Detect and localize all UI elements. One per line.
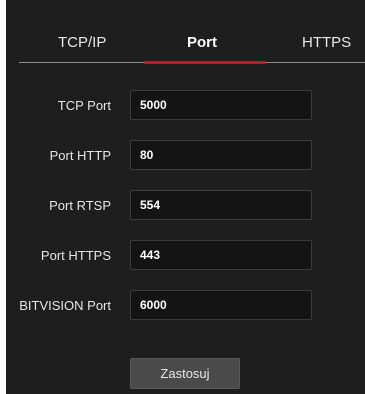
apply-button[interactable]: Zastosuj xyxy=(130,358,240,389)
tcp-port-input[interactable] xyxy=(130,90,312,120)
http-port-input[interactable] xyxy=(130,140,312,170)
bitvision-port-label: BITVISION Port xyxy=(19,298,111,313)
rtsp-port-input[interactable] xyxy=(130,190,312,220)
rtsp-port-label: Port RTSP xyxy=(49,198,111,213)
bitvision-port-row: BITVISION Port xyxy=(6,290,365,322)
http-port-label: Port HTTP xyxy=(49,148,111,163)
tcp-port-row: TCP Port xyxy=(6,90,365,122)
https-port-label: Port HTTPS xyxy=(40,248,111,263)
tab-bar: TCP/IP Port HTTPS xyxy=(6,0,365,66)
active-tab-indicator xyxy=(144,61,266,64)
rtsp-port-row: Port RTSP xyxy=(6,190,365,222)
http-port-row: Port HTTP xyxy=(6,140,365,172)
https-port-input[interactable] xyxy=(130,240,312,270)
port-settings-panel: TCP/IP Port HTTPS TCP Port Port HTTP Por… xyxy=(6,0,365,394)
https-port-row: Port HTTPS xyxy=(6,240,365,272)
tab-port[interactable]: Port xyxy=(187,34,217,51)
tab-https[interactable]: HTTPS xyxy=(302,34,351,51)
tab-tcpip[interactable]: TCP/IP xyxy=(58,34,106,51)
tcp-port-label: TCP Port xyxy=(57,98,111,113)
bitvision-port-input[interactable] xyxy=(130,290,312,320)
